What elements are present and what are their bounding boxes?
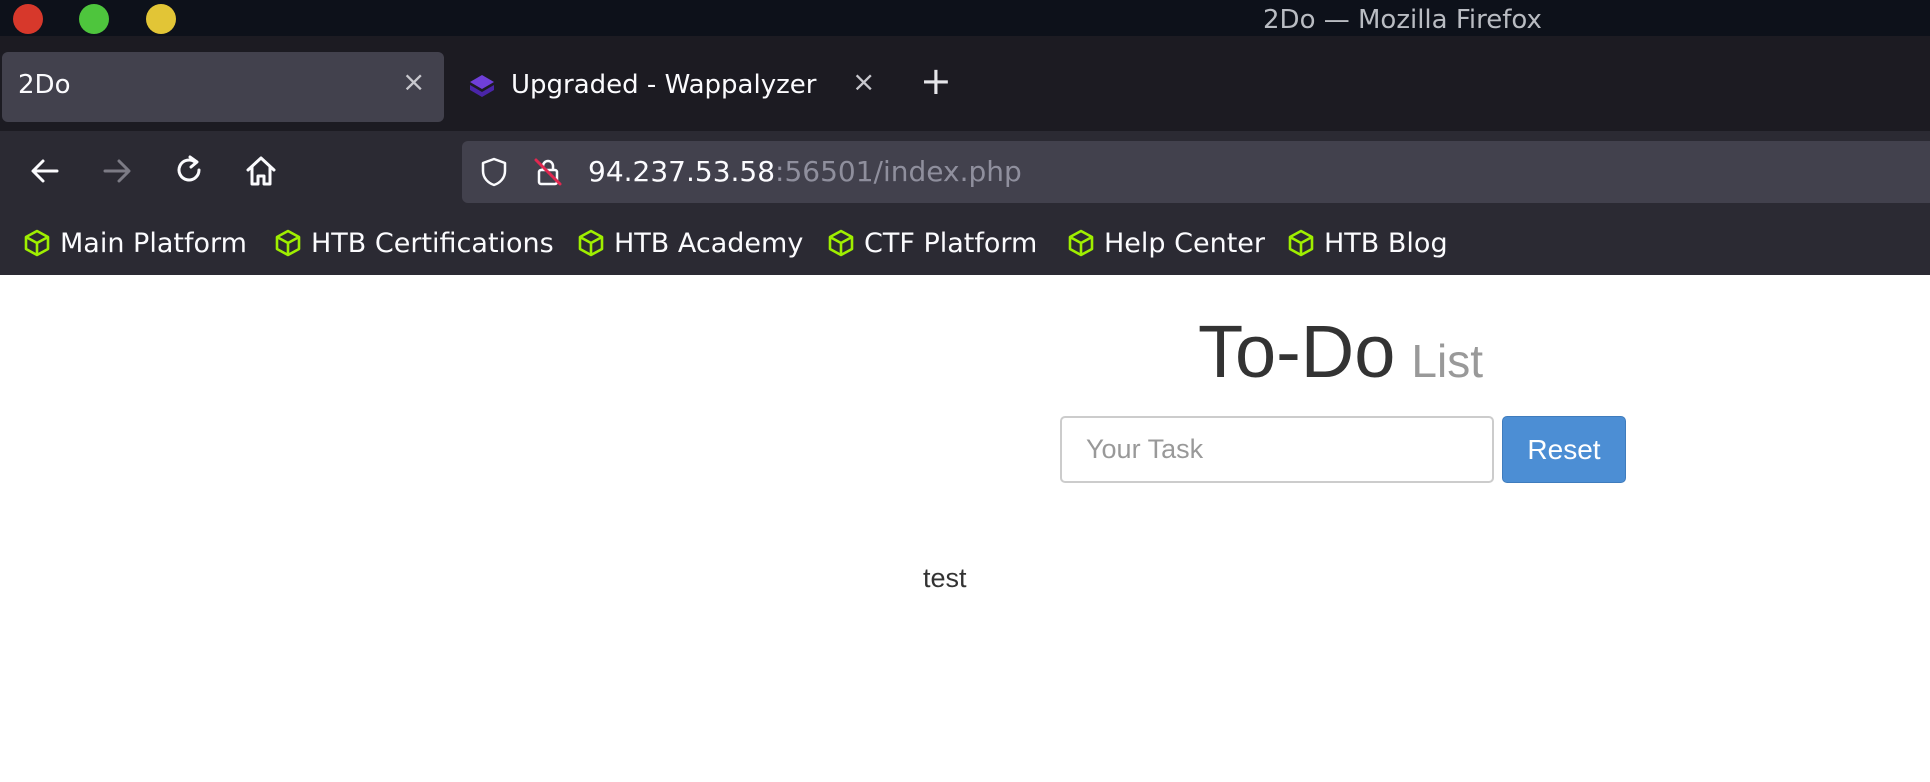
list-item: test [923, 563, 967, 593]
window-maximize-button[interactable] [79, 4, 109, 34]
bookmark-label: Help Center [1104, 227, 1266, 259]
url-bar[interactable]: 94.237.53.58:56501/index.php [462, 141, 1930, 203]
home-icon[interactable] [243, 153, 279, 189]
tab-label: Upgraded - Wappalyzer [511, 70, 817, 100]
htb-cube-icon [1068, 229, 1094, 257]
bookmark-htb-blog[interactable]: HTB Blog [1286, 223, 1448, 263]
bookmark-htb-certifications[interactable]: HTB Certifications [273, 223, 554, 263]
back-arrow-icon[interactable] [27, 153, 63, 189]
reload-icon[interactable] [171, 153, 207, 189]
task-input[interactable] [1060, 416, 1494, 483]
reset-button[interactable]: Reset [1502, 416, 1626, 483]
bookmark-label: Main Platform [60, 227, 247, 259]
close-icon[interactable]: × [852, 68, 875, 96]
page-title: To-Do List [1198, 309, 1483, 394]
window-close-button[interactable] [13, 4, 43, 34]
shield-icon[interactable] [478, 156, 510, 188]
url-host: 94.237.53.58 [588, 155, 776, 188]
tab-wappalyzer[interactable]: Upgraded - Wappalyzer × [456, 52, 886, 122]
close-icon[interactable]: × [402, 68, 425, 96]
tab-strip: 2Do × Upgraded - Wappalyzer × + [0, 36, 1930, 131]
insecure-lock-icon[interactable] [532, 156, 564, 188]
tab-2do[interactable]: 2Do × [2, 52, 444, 122]
new-tab-button[interactable]: + [920, 62, 952, 100]
forward-arrow-icon[interactable] [99, 153, 135, 189]
bookmark-label: HTB Certifications [311, 227, 554, 259]
htb-cube-icon [828, 229, 854, 257]
page-title-main: To-Do [1198, 310, 1396, 393]
url-path: :56501/index.php [775, 155, 1022, 188]
bookmark-main-platform[interactable]: Main Platform [22, 223, 247, 263]
page-title-sub: List [1411, 335, 1483, 387]
htb-cube-icon [24, 229, 50, 257]
wappalyzer-icon [470, 75, 494, 97]
bookmark-help-center[interactable]: Help Center [1066, 223, 1265, 263]
navigation-bar: 94.237.53.58:56501/index.php [0, 131, 1930, 211]
bookmark-htb-academy[interactable]: HTB Academy [576, 223, 803, 263]
bookmark-label: HTB Academy [614, 227, 804, 259]
bookmark-label: HTB Blog [1324, 227, 1448, 259]
page-content: To-Do List Reset test [0, 275, 1930, 782]
url-text[interactable]: 94.237.53.58:56501/index.php [588, 155, 1022, 188]
window-title: 2Do — Mozilla Firefox [1263, 5, 1542, 35]
htb-cube-icon [275, 229, 301, 257]
bookmarks-toolbar: Main Platform HTB Certifications HTB Aca… [0, 211, 1930, 275]
window-minimize-button[interactable] [146, 4, 176, 34]
htb-cube-icon [1288, 229, 1314, 257]
htb-cube-icon [578, 229, 604, 257]
tab-label: 2Do [18, 70, 71, 100]
bookmark-label: CTF Platform [864, 227, 1038, 259]
bookmark-ctf-platform[interactable]: CTF Platform [826, 223, 1037, 263]
window-titlebar: 2Do — Mozilla Firefox [0, 0, 1930, 36]
